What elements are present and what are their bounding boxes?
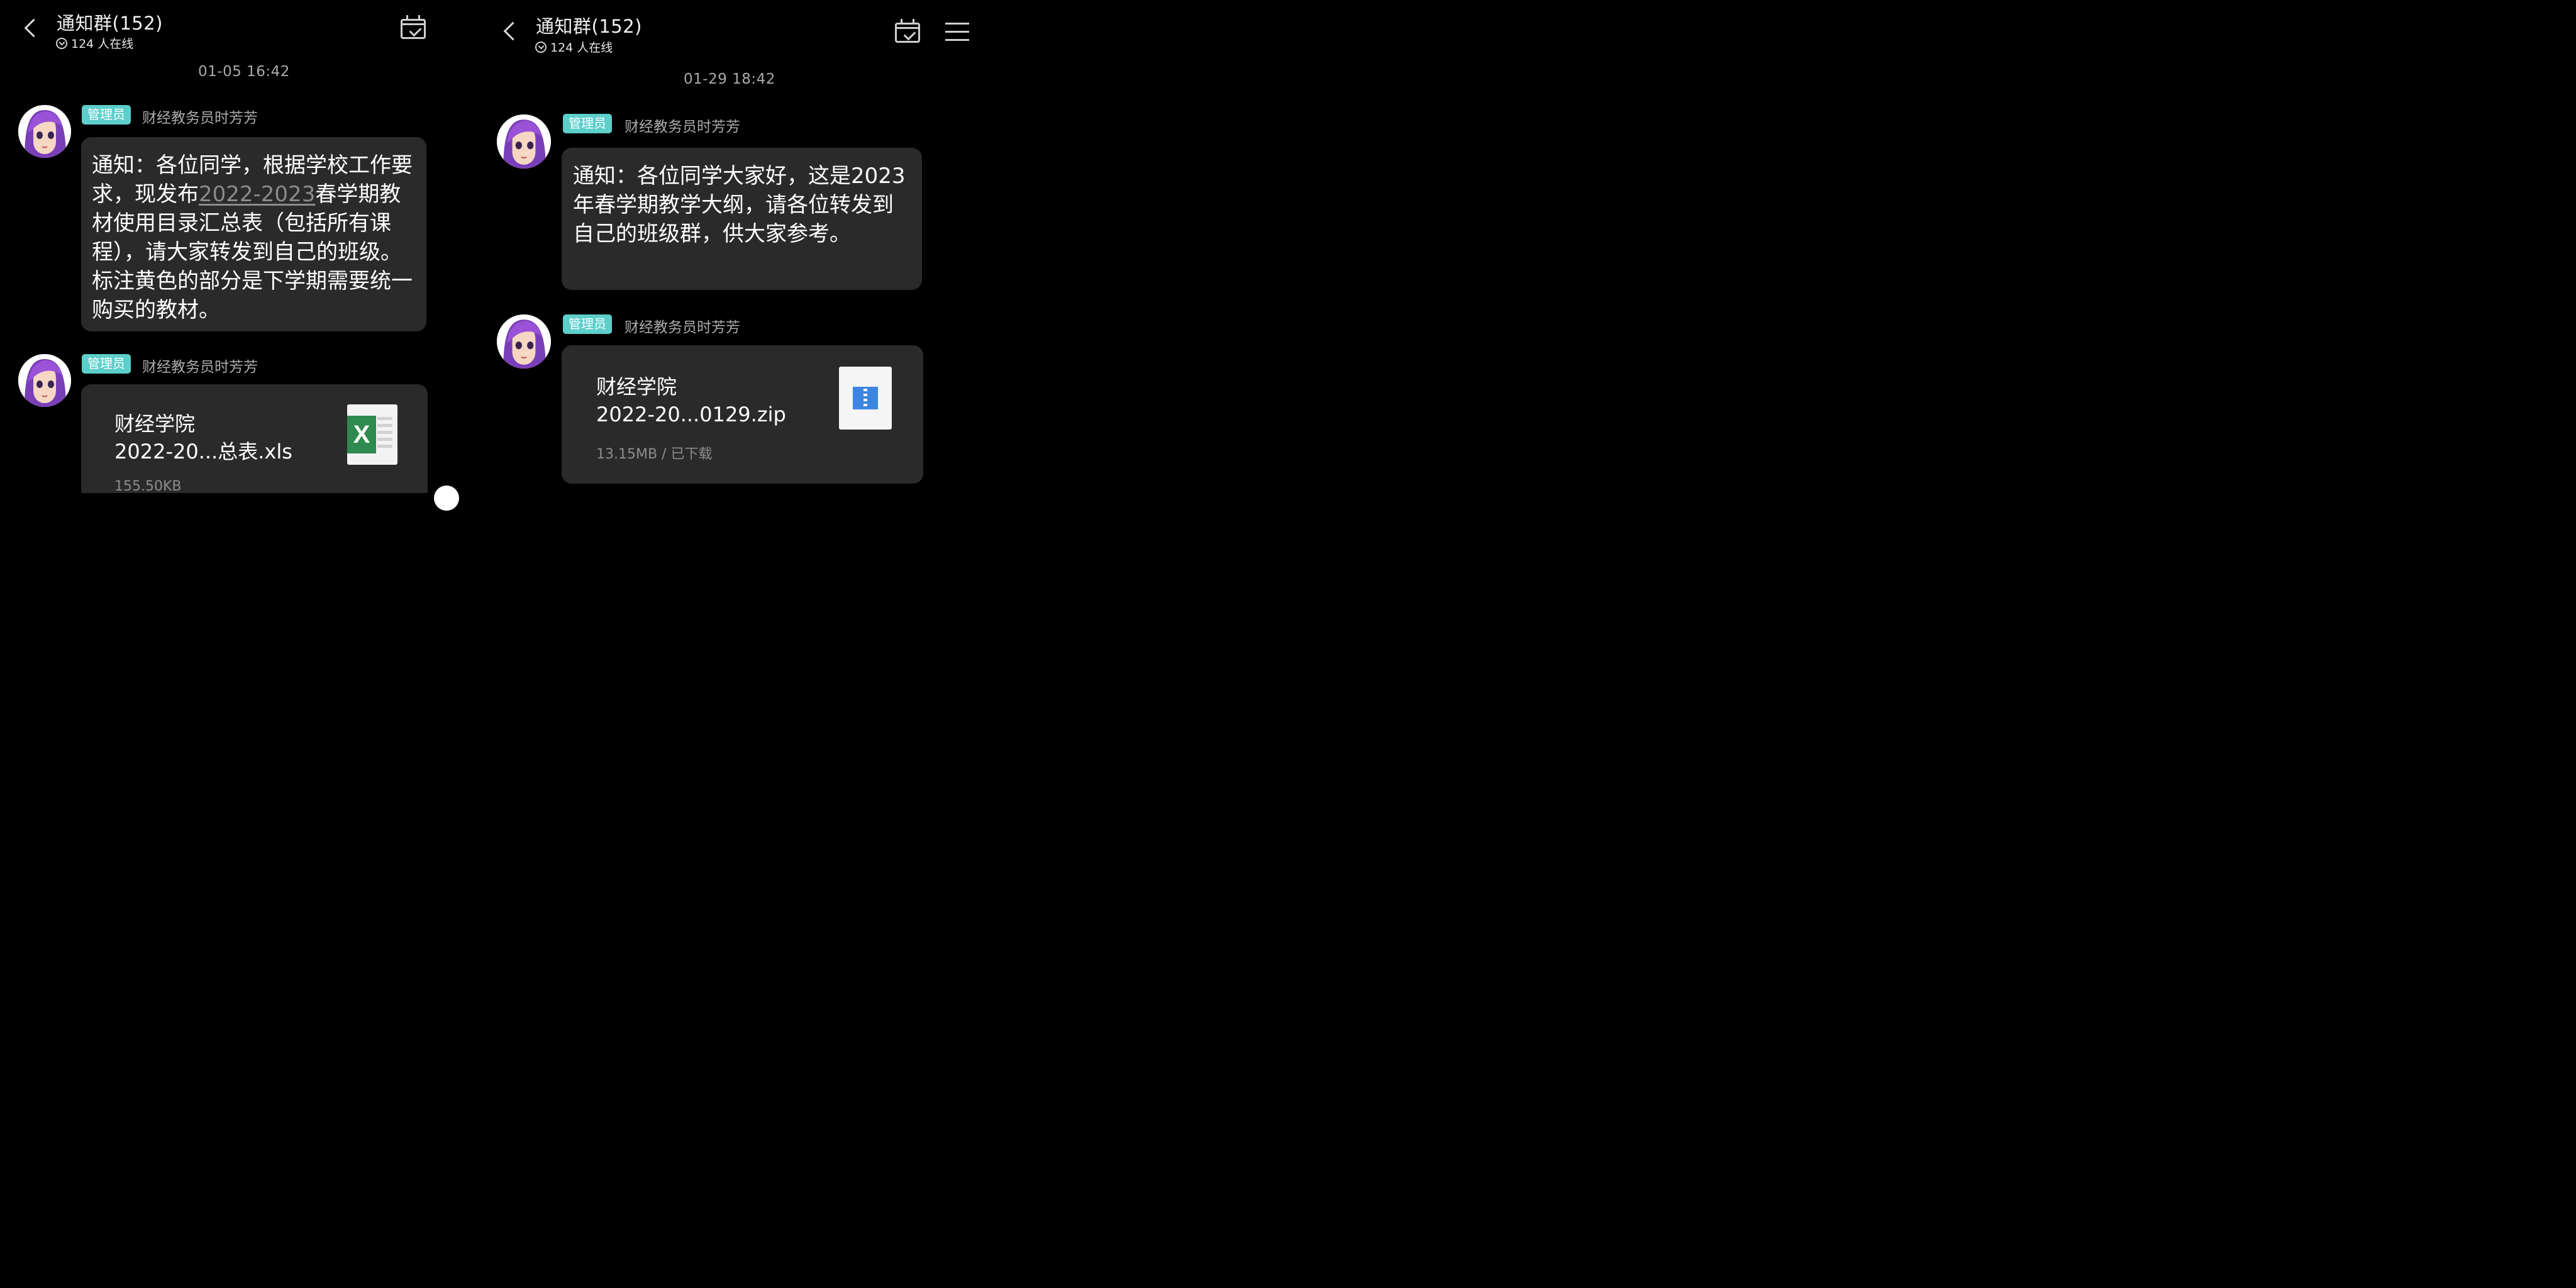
group-title: 通知群(152) — [57, 13, 163, 34]
admin-badge: 管理员 — [82, 354, 131, 374]
avatar[interactable]: + + — [497, 314, 551, 369]
admin-badge: 管理员 — [563, 314, 612, 334]
svg-text:+: + — [504, 157, 511, 165]
zip-file-icon — [839, 367, 892, 430]
anime-avatar-icon: + + — [497, 114, 551, 169]
text-message-bubble[interactable]: 通知：各位同学，根据学校工作要求，现发布2022-2023春学期教材使用目录汇总… — [81, 137, 426, 331]
file-size: 155.50KB — [114, 479, 182, 493]
scroll-handle[interactable] — [434, 486, 459, 511]
svg-text:+: + — [58, 395, 65, 404]
excel-file-icon-letter: X — [347, 416, 376, 453]
admin-badge: 管理员 — [82, 105, 131, 125]
file-name-line1: 财经学院 — [596, 375, 677, 399]
sender-name[interactable]: 财经教务员时芳芳 — [142, 355, 258, 376]
anime-avatar-icon: + + — [18, 354, 71, 407]
admin-badge: 管理员 — [563, 114, 612, 133]
svg-text:+: + — [58, 146, 65, 155]
message-timestamp: 01-05 16:42 — [198, 64, 290, 80]
online-count[interactable]: 124 人在线 — [56, 35, 133, 52]
avatar[interactable]: + + — [18, 105, 71, 158]
chat-screen-right: 通知群(152) 124 人在线 01-29 18:42 + + 管理员 财经教… — [479, 0, 986, 493]
online-count-label: 124 人在线 — [550, 41, 613, 55]
excel-file-icon: X — [347, 404, 397, 465]
chevron-left-icon[interactable] — [24, 18, 43, 38]
chevron-down-circle-icon — [56, 37, 67, 49]
chat-screen-left: 通知群(152) 124 人在线 01-05 16:42 + + 管理员 财经教… — [0, 0, 448, 493]
svg-text:+: + — [26, 146, 32, 155]
svg-text:+: + — [538, 157, 545, 165]
file-name-line1: 财经学院 — [114, 412, 196, 436]
svg-text:+: + — [26, 395, 32, 404]
svg-text:+: + — [504, 357, 511, 365]
file-name-line2: 2022-20...总表.xls — [114, 440, 292, 464]
anime-avatar-icon: + + — [497, 314, 551, 369]
avatar[interactable]: + + — [497, 114, 551, 169]
file-status: 13.15MB / 已下载 — [596, 447, 713, 462]
online-count[interactable]: 124 人在线 — [535, 38, 613, 55]
chevron-down-circle-icon — [535, 41, 547, 53]
chevron-left-icon[interactable] — [503, 21, 523, 41]
sender-name[interactable]: 财经教务员时芳芳 — [625, 114, 740, 136]
message-link[interactable]: 2022-2023 — [199, 182, 315, 207]
anime-avatar-icon: + + — [18, 105, 71, 158]
group-title: 通知群(152) — [536, 16, 642, 37]
avatar[interactable]: + + — [18, 354, 71, 407]
online-count-label: 124 人在线 — [71, 37, 134, 51]
file-message-card[interactable]: 财经学院 2022-20...0129.zip 13.15MB / 已下载 — [562, 345, 923, 484]
message-text: 通知：各位同学大家好，这是2023年春学期教学大纲，请各位转发到自己的班级群，供… — [573, 164, 906, 247]
calendar-check-icon[interactable] — [401, 15, 426, 39]
calendar-check-icon[interactable] — [895, 19, 920, 43]
sender-name[interactable]: 财经教务员时芳芳 — [142, 106, 258, 127]
file-name-line2: 2022-20...0129.zip — [596, 402, 786, 426]
message-timestamp: 01-29 18:42 — [684, 71, 775, 87]
sender-name[interactable]: 财经教务员时芳芳 — [625, 315, 740, 336]
svg-text:+: + — [538, 357, 545, 365]
hamburger-menu-icon[interactable] — [945, 23, 969, 42]
text-message-bubble[interactable]: 通知：各位同学大家好，这是2023年春学期教学大纲，请各位转发到自己的班级群，供… — [562, 148, 922, 290]
file-message-card[interactable]: 财经学院 2022-20...总表.xls 155.50KB X — [81, 384, 428, 493]
